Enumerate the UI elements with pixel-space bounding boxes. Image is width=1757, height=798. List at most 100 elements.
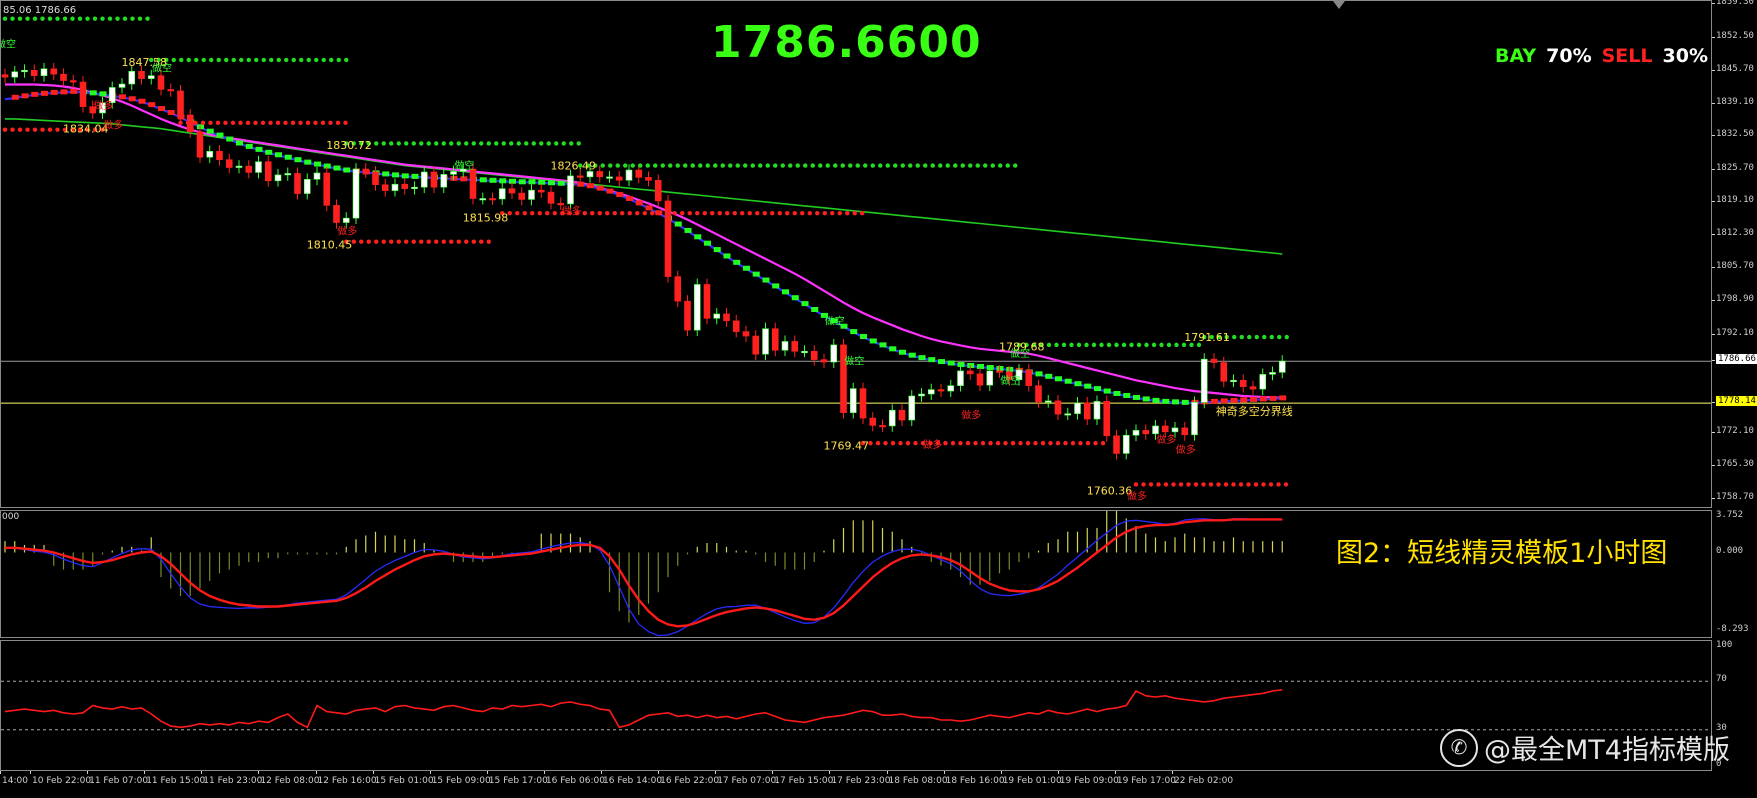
dot-level-marker — [449, 239, 454, 244]
candle-body — [372, 171, 379, 186]
rsi-axis-label: 100 — [1716, 640, 1733, 650]
dot-level-marker — [245, 120, 251, 126]
price-axis-label: 1832.50 — [1716, 129, 1754, 140]
dot-level-marker — [77, 16, 83, 21]
swing-price-label: 1815.98 — [463, 211, 509, 224]
dot-level-marker — [40, 127, 45, 132]
dot-level-marker — [1078, 440, 1083, 446]
dot-level-marker — [1133, 482, 1139, 487]
trend-block — [596, 185, 604, 191]
dot-level-marker — [456, 239, 461, 244]
dot-level-marker — [1076, 342, 1082, 348]
trend-block — [879, 342, 887, 348]
trend-block — [518, 179, 526, 185]
dot-level-marker — [1048, 440, 1053, 446]
dot-level-marker — [329, 57, 334, 63]
dot-level-marker — [810, 163, 815, 168]
candle-body — [1191, 402, 1198, 436]
dot-level-marker — [915, 163, 920, 168]
time-axis[interactable]: 14:00 10 Feb 22:00 11 Feb 07:00 11 Feb 15:0… — [0, 771, 1712, 798]
dot-level-marker — [732, 211, 737, 216]
dot-level-marker — [268, 120, 273, 126]
dot-level-marker — [953, 163, 958, 168]
dot-level-marker — [998, 163, 1003, 168]
time-axis-label: 12 Feb 16:00 — [317, 776, 377, 786]
macd-axis-label: 0.000 — [1716, 545, 1744, 556]
candle-body — [1278, 360, 1286, 373]
candle-body — [771, 328, 779, 351]
dot-level-marker — [122, 16, 128, 21]
signal-strength-panel: BAY 70% SELL 30% — [1495, 45, 1708, 67]
dot-level-marker — [434, 239, 439, 244]
candle-body — [576, 175, 584, 178]
signal-tag: 做空 — [1010, 347, 1030, 360]
candle-body — [927, 389, 935, 395]
time-axis-label: 22 Feb 02:00 — [1174, 776, 1234, 786]
dot-level-marker — [728, 163, 733, 168]
weibo-logo-icon: ✆ — [1440, 728, 1478, 767]
dot-level-marker — [930, 163, 935, 168]
dot-level-marker — [740, 211, 745, 216]
dot-level-marker — [980, 440, 986, 446]
dot-level-marker — [717, 211, 722, 216]
trend-block — [60, 89, 68, 95]
trend-block — [538, 179, 546, 185]
dot-level-marker — [672, 211, 677, 216]
dot-level-marker — [825, 163, 830, 168]
price-chart-pane[interactable]: 1847.58 1834.04 1830.72 1810.45 1815.98 1826.… — [0, 0, 1712, 508]
time-axis-tick — [315, 771, 317, 774]
trend-block — [1240, 397, 1248, 403]
candle-body — [118, 83, 126, 88]
dot-level-marker — [179, 57, 184, 63]
trend-block — [947, 360, 955, 366]
candle-body — [489, 198, 496, 201]
trend-block — [265, 149, 273, 155]
trend-block — [587, 183, 594, 189]
time-axis-tick — [30, 771, 31, 774]
dot-level-marker — [642, 211, 647, 216]
chart-shift-marker-icon[interactable] — [1333, 1, 1345, 9]
trend-block — [41, 90, 48, 96]
dot-level-marker — [683, 163, 688, 168]
candle-body — [537, 189, 545, 193]
dot-level-marker — [600, 163, 605, 168]
dot-level-marker — [855, 163, 860, 168]
trend-block — [1133, 394, 1140, 400]
dot-level-marker — [780, 163, 785, 168]
trend-block — [694, 234, 702, 240]
macd-canvas[interactable] — [1, 511, 1711, 637]
candle-body — [1259, 374, 1267, 390]
macd-indicator-pane[interactable] — [0, 510, 1712, 638]
candle-body — [177, 90, 184, 116]
dot-level-marker — [389, 239, 394, 244]
price-axis-tick — [1712, 234, 1715, 236]
dot-level-marker — [17, 127, 23, 132]
dot-level-marker — [313, 120, 318, 126]
price-axis-tick — [1712, 266, 1715, 268]
dot-level-marker — [777, 211, 782, 216]
dot-level-marker — [516, 141, 521, 146]
dot-level-marker — [509, 141, 514, 146]
dot-level-marker — [298, 120, 303, 126]
price-axis-tick — [1712, 135, 1715, 137]
dot-level-marker — [690, 163, 695, 168]
dot-level-marker — [758, 163, 763, 168]
trend-block — [772, 283, 780, 289]
trend-block — [869, 338, 877, 344]
dot-level-marker — [750, 163, 755, 168]
trend-block — [704, 240, 711, 246]
candle-body — [1083, 402, 1091, 420]
macd-axis-label: -8.293 — [1716, 624, 1749, 634]
macd-axis[interactable]: 3.752 0.000 -8.293 — [1712, 510, 1757, 638]
dot-level-marker — [900, 163, 905, 168]
price-axis-label: 1825.70 — [1716, 162, 1754, 173]
candle-body — [518, 192, 526, 200]
candle-body — [138, 70, 145, 79]
price-chart-canvas[interactable]: 1847.581834.041830.721810.451815.981826.… — [1, 1, 1711, 507]
dot-level-marker — [830, 211, 835, 216]
trend-block — [1094, 386, 1101, 392]
price-axis[interactable]: 1859.30 1852.50 1845.70 1839.10 1832.50 1825.… — [1712, 0, 1757, 508]
time-axis-label: 18 Feb 16:00 — [945, 776, 1005, 786]
trend-block — [626, 195, 633, 201]
dot-level-marker — [456, 141, 461, 146]
